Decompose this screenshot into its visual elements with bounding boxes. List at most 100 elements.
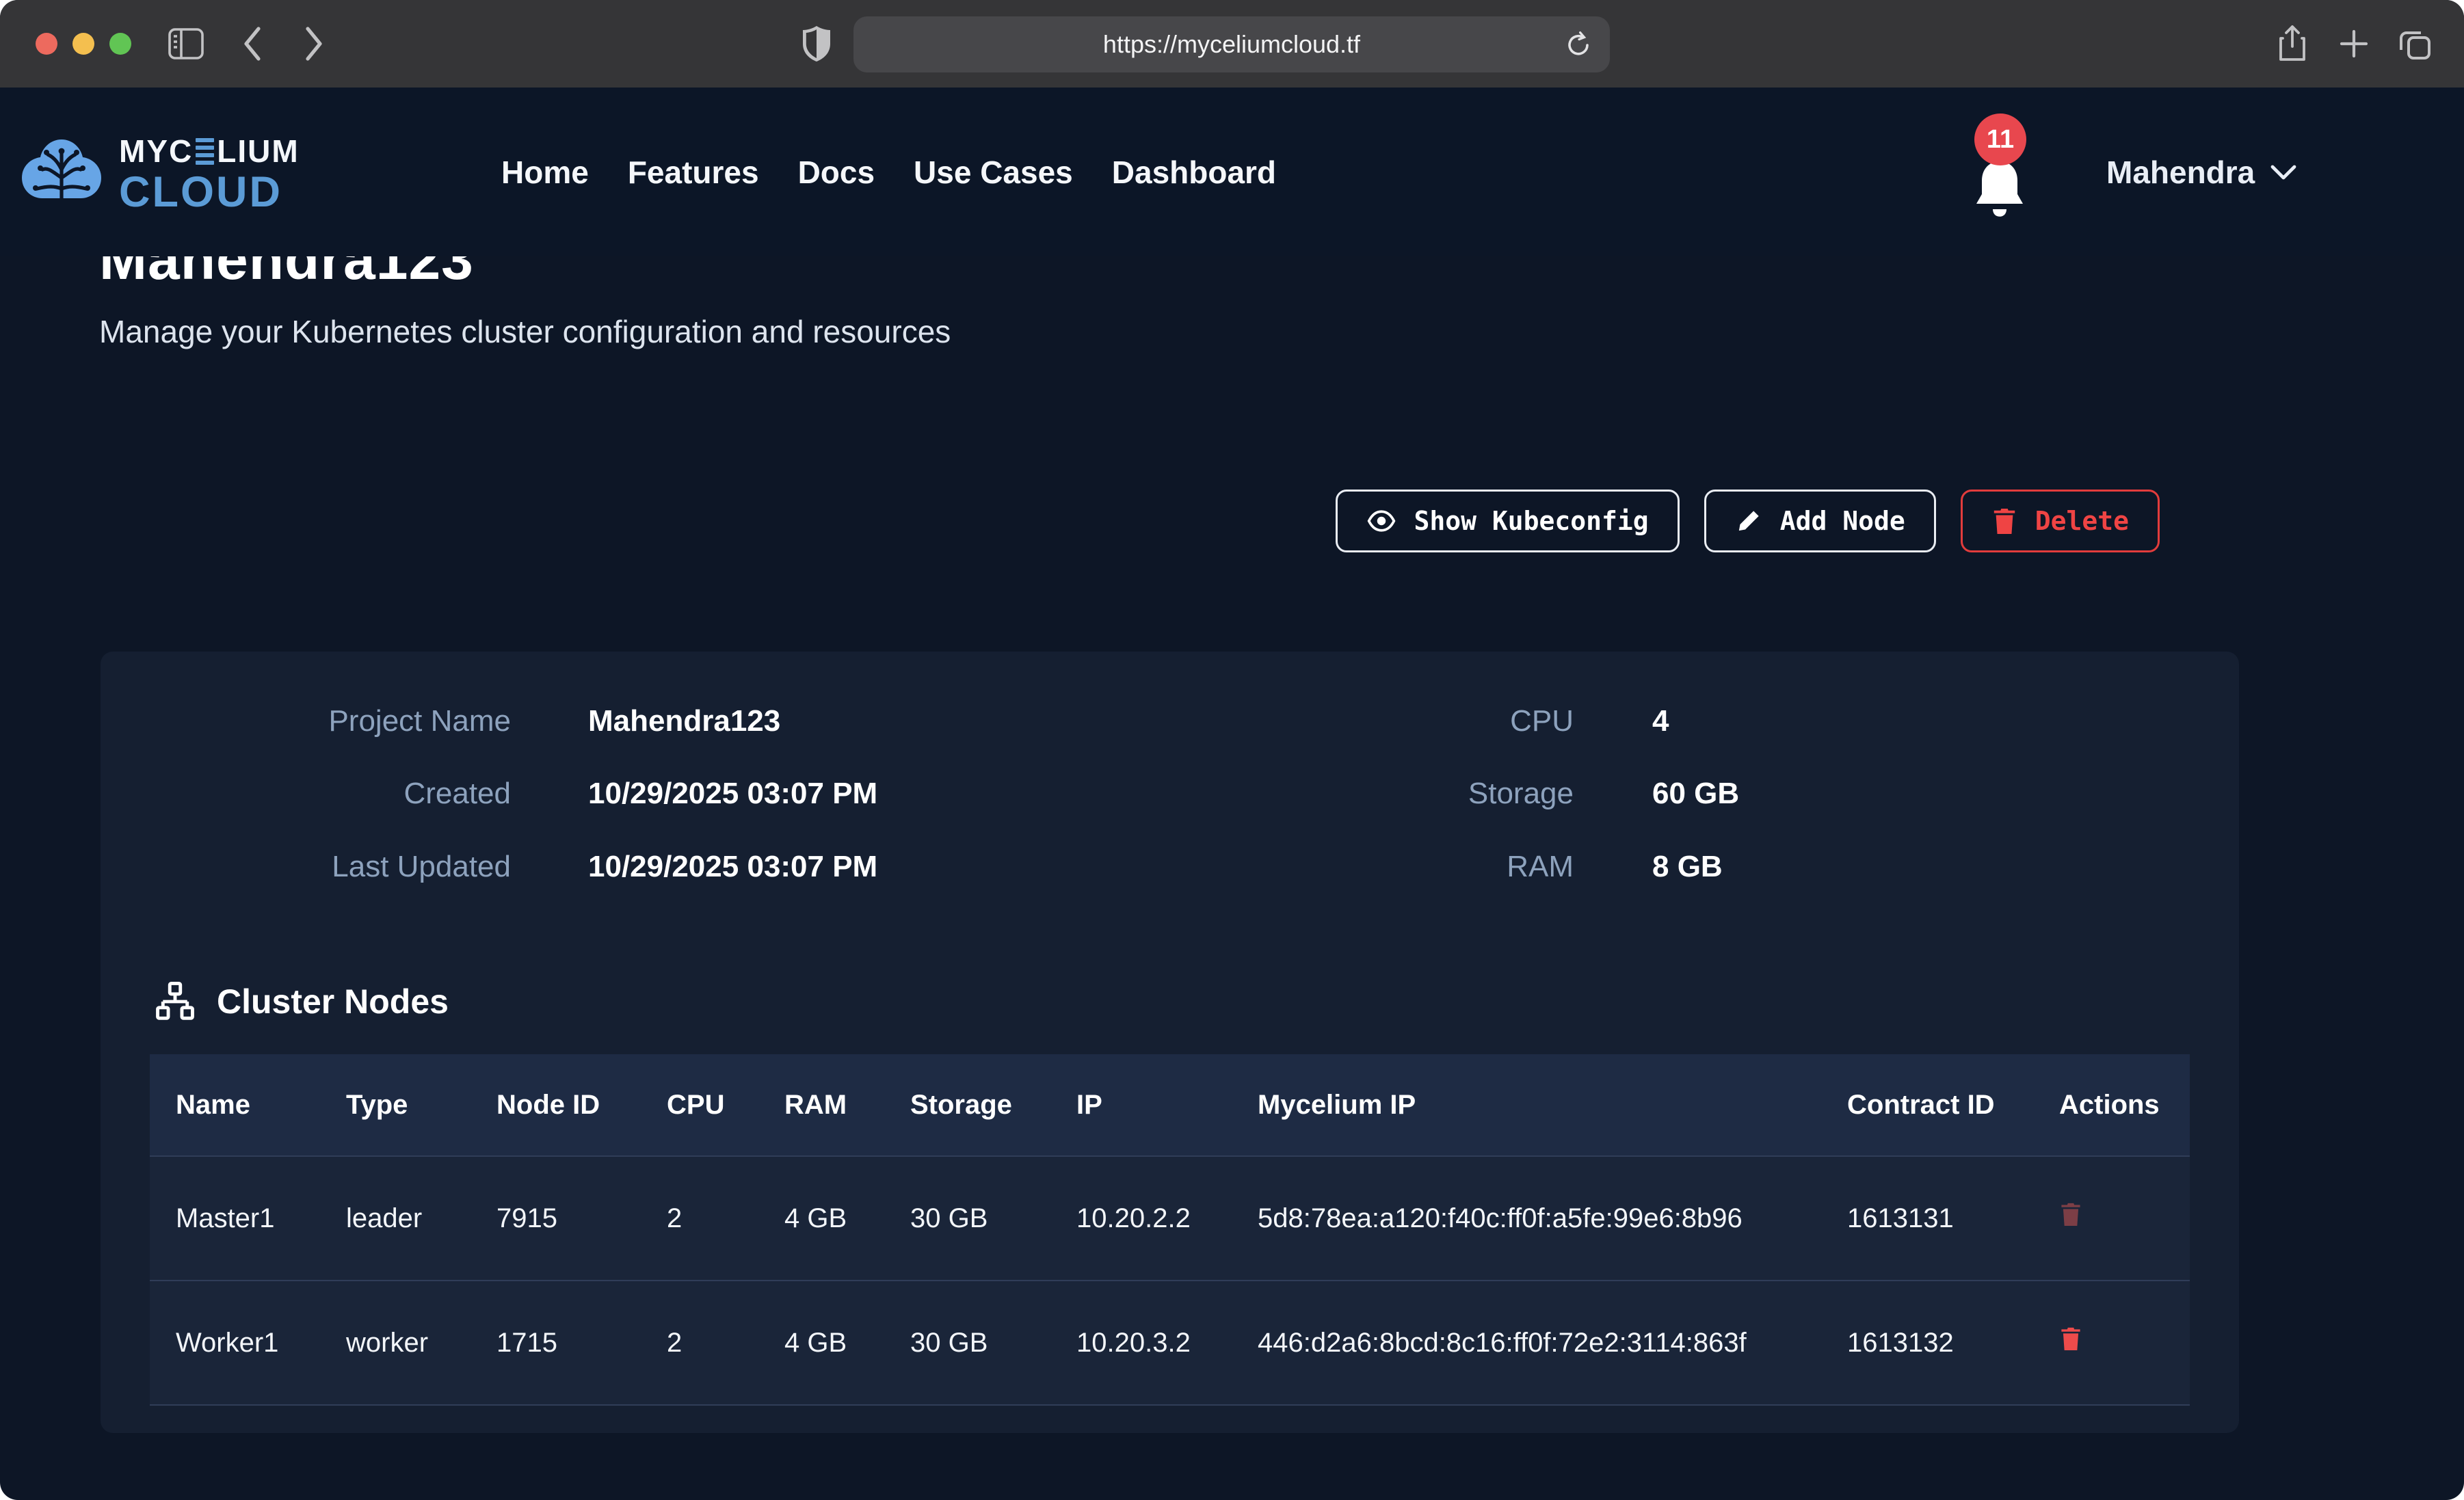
cell-ram: 4 GB [758,1281,884,1405]
new-tab-icon[interactable] [2337,0,2370,88]
show-kubeconfig-label: Show Kubeconfig [1414,506,1649,536]
nav-link-features[interactable]: Features [628,154,759,191]
cell-ram: 4 GB [758,1156,884,1281]
cell-actions [2033,1156,2190,1281]
app-navbar: MYC LIUM CLOUD Home Features Docs Use Ca… [0,88,2464,256]
eye-icon [1366,506,1396,536]
cluster-panel: Project Name Mahendra123 CPU 4 Created 1… [101,652,2239,1433]
cluster-nodes-heading: Cluster Nodes [154,980,2239,1023]
brand-wordmark: MYC LIUM CLOUD [119,135,300,214]
notification-count-badge: 11 [1974,113,2026,165]
tab-overview-icon[interactable] [2398,0,2432,88]
last-updated-value: 10/29/2025 03:07 PM [511,851,1126,883]
cell-cpu: 2 [641,1281,758,1405]
nav-link-use-cases[interactable]: Use Cases [914,154,1073,191]
minimize-window-button[interactable] [72,33,94,55]
add-node-button[interactable]: Add Node [1704,490,1936,552]
col-name: Name [150,1054,320,1156]
col-type: Type [320,1054,471,1156]
cluster-actions: Show Kubeconfig Add Node Delete [0,490,2160,552]
col-contract-id: Contract ID [1821,1054,2033,1156]
cell-type: leader [320,1156,471,1281]
cell-mycelium-ip: 5d8:78ea:a120:f40c:ff0f:a5fe:99e6:8b96 [1232,1156,1821,1281]
cpu-label: CPU [1126,705,1574,738]
cell-contract-id: 1613131 [1821,1156,2033,1281]
main-content: Mahendra123 Manage your Kubernetes clust… [0,226,2464,1433]
col-node-id: Node ID [471,1054,641,1156]
privacy-shield-icon[interactable] [802,0,832,88]
delete-cluster-button[interactable]: Delete [1961,490,2160,552]
last-updated-label: Last Updated [101,851,511,883]
col-cpu: CPU [641,1054,758,1156]
cell-mycelium-ip: 446:d2a6:8bcd:8c16:ff0f:72e2:3114:863f [1232,1281,1821,1405]
col-storage: Storage [884,1054,1050,1156]
cell-name: Master1 [150,1156,320,1281]
show-kubeconfig-button[interactable]: Show Kubeconfig [1336,490,1680,552]
ram-value: 8 GB [1574,851,2239,883]
cell-cpu: 2 [641,1156,758,1281]
pencil-icon [1735,507,1762,535]
trash-icon [1991,507,2017,535]
cell-storage: 30 GB [884,1156,1050,1281]
add-node-label: Add Node [1780,506,1905,536]
cpu-value: 4 [1574,705,2239,738]
cell-actions [2033,1281,2190,1405]
notifications-button[interactable]: 11 [1967,153,2042,228]
cell-type: worker [320,1281,471,1405]
back-button-icon[interactable] [241,0,265,88]
table-row: Master1 leader 7915 2 4 GB 30 GB 10.20.2… [150,1156,2190,1281]
brand-e-glyph [196,138,214,165]
nav-link-dashboard[interactable]: Dashboard [1112,154,1276,191]
storage-value: 60 GB [1574,777,2239,810]
chevron-down-icon [2270,163,2297,181]
page-subtitle: Manage your Kubernetes cluster configura… [99,313,2464,350]
cluster-info-grid: Project Name Mahendra123 CPU 4 Created 1… [101,705,2239,883]
brand-logo[interactable]: MYC LIUM CLOUD [21,135,300,214]
delete-node-button[interactable] [2059,1326,2082,1352]
nav-link-docs[interactable]: Docs [798,154,875,191]
ram-label: RAM [1126,851,1574,883]
browser-window: https://myceliumcloud.tf [0,0,2464,1500]
mycelium-cloud-logo-icon [21,137,103,213]
brand-name-part2: LIUM [217,135,299,167]
zoom-window-button[interactable] [109,33,131,55]
cell-node-id: 7915 [471,1156,641,1281]
user-name: Mahendra [2106,154,2255,191]
nodes-table-wrap: Name Type Node ID CPU RAM Storage IP Myc… [150,1054,2190,1406]
cell-contract-id: 1613132 [1821,1281,2033,1405]
cell-node-id: 1715 [471,1281,641,1405]
table-header-row: Name Type Node ID CPU RAM Storage IP Myc… [150,1054,2190,1156]
created-value: 10/29/2025 03:07 PM [511,777,1126,810]
storage-label: Storage [1126,777,1574,810]
brand-name-line2: CLOUD [119,171,300,214]
cell-storage: 30 GB [884,1281,1050,1405]
col-mycelium-ip: Mycelium IP [1232,1054,1821,1156]
created-label: Created [101,777,511,810]
table-row: Worker1 worker 1715 2 4 GB 30 GB 10.20.3… [150,1281,2190,1405]
cell-name: Worker1 [150,1281,320,1405]
address-bar[interactable]: https://myceliumcloud.tf [853,16,1610,72]
nodes-table: Name Type Node ID CPU RAM Storage IP Myc… [150,1054,2190,1406]
cell-ip: 10.20.2.2 [1050,1156,1232,1281]
forward-button-icon[interactable] [301,0,326,88]
delete-node-button[interactable] [2059,1201,2082,1227]
cluster-nodes-title: Cluster Nodes [217,982,449,1021]
col-ip: IP [1050,1054,1232,1156]
col-actions: Actions [2033,1054,2190,1156]
nav-link-home[interactable]: Home [501,154,589,191]
sidebar-toggle-icon[interactable] [168,0,204,88]
address-bar-url: https://myceliumcloud.tf [1103,30,1360,59]
cell-ip: 10.20.3.2 [1050,1281,1232,1405]
reload-icon[interactable] [1565,30,1592,60]
project-name-value: Mahendra123 [511,705,1126,738]
brand-name-part1: MYC [119,135,193,167]
user-menu[interactable]: Mahendra [2106,88,2297,256]
nav-links: Home Features Docs Use Cases Dashboard [501,88,1276,256]
delete-label: Delete [2035,506,2129,536]
share-icon[interactable] [2276,0,2309,88]
browser-chrome: https://myceliumcloud.tf [0,0,2464,88]
close-window-button[interactable] [36,33,57,55]
network-nodes-icon [154,980,196,1023]
traffic-lights [36,33,131,55]
col-ram: RAM [758,1054,884,1156]
